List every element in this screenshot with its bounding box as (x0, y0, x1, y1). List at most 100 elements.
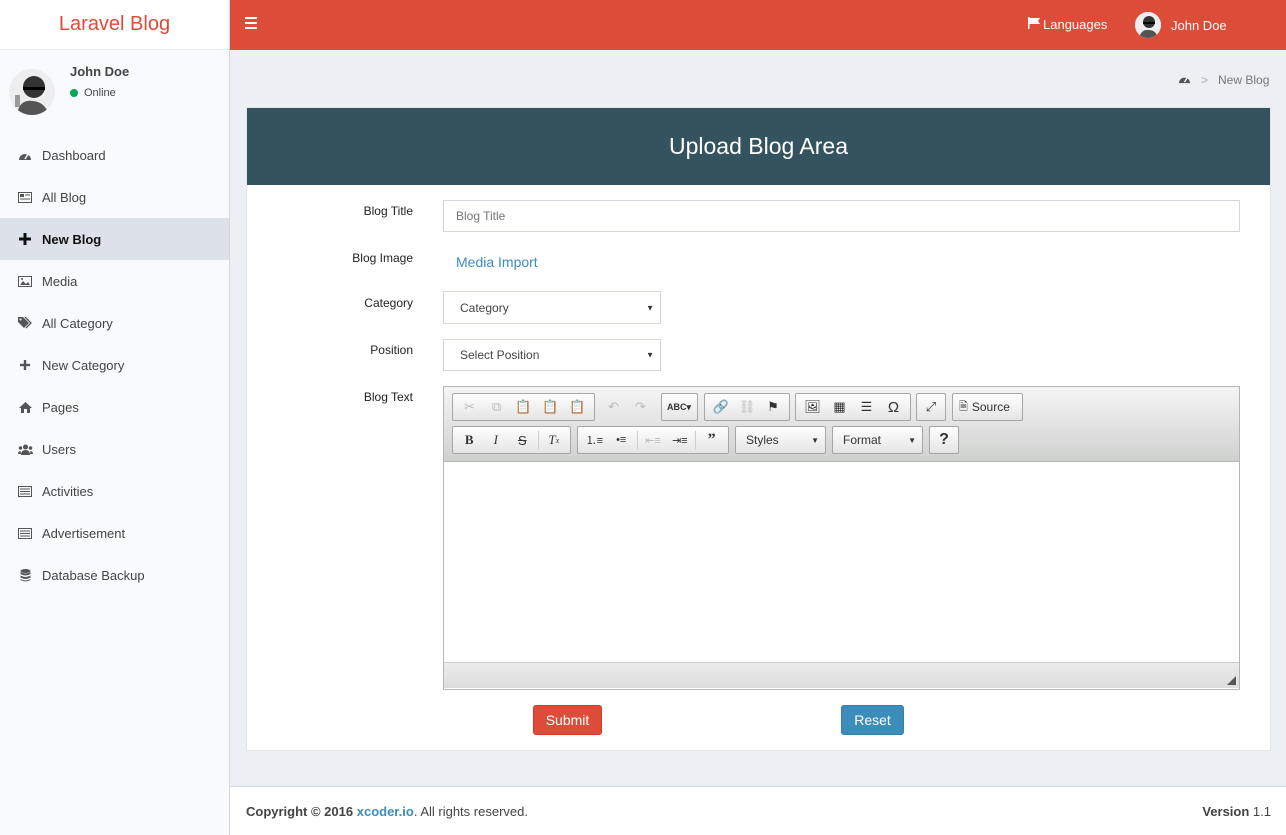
position-label: Position (370, 343, 413, 357)
source-button[interactable]: 🗎 Source (952, 393, 1023, 421)
copy-icon[interactable]: ⧉ (483, 396, 510, 418)
sidebar-menu: Dashboard All Blog New Blog Media All Ca… (0, 134, 229, 596)
newspaper-icon (17, 190, 33, 204)
breadcrumb-current: New Blog (1218, 73, 1270, 87)
numbered-list-icon[interactable]: ⒈≡ (581, 429, 608, 451)
sidebar-item-users[interactable]: Users (0, 428, 229, 470)
undo-icon[interactable]: ↶ (600, 396, 627, 418)
plus-icon (17, 358, 33, 372)
redo-icon[interactable]: ↷ (627, 396, 654, 418)
online-dot-icon (70, 89, 78, 97)
maximize-icon[interactable]: ⤢ (917, 396, 945, 418)
page-footer: Copyright © 2016 xcoder.io. All rights r… (230, 786, 1286, 835)
undo-group: ↶ ↷ (597, 393, 657, 421)
paste-icon[interactable]: 📋 (510, 396, 537, 418)
editor-footer (444, 662, 1239, 688)
paste-text-icon[interactable]: 📋 (537, 396, 564, 418)
sidebar-user-name: John Doe (70, 64, 130, 79)
upload-blog-box: Upload Blog Area Blog Title Blog Image M… (246, 107, 1271, 751)
blog-image-label: Blog Image (352, 251, 413, 265)
dashboard-icon (17, 148, 33, 162)
top-navbar: Languages John Doe (230, 0, 1286, 50)
spellcheck-group: ABC▾ (661, 393, 698, 421)
position-select[interactable]: Select Position ▼ (443, 339, 661, 371)
table-icon[interactable]: ▦ (826, 396, 853, 418)
sidebar-item-advertisement[interactable]: Advertisement (0, 512, 229, 554)
cut-icon[interactable]: ✂ (456, 396, 483, 418)
app-logo[interactable]: Laravel Blog (0, 0, 229, 50)
remove-format-icon[interactable]: Tx (541, 429, 568, 451)
version: Version 1.1 (1202, 804, 1271, 819)
sidebar-item-new-blog[interactable]: New Blog (0, 218, 229, 260)
insert-group: 🖼 ▦ ☰ Ω (795, 393, 911, 421)
bulleted-list-icon[interactable]: •≡ (608, 429, 635, 451)
spellcheck-icon[interactable]: ABC▾ (665, 396, 693, 418)
sidebar-item-activities[interactable]: Activities (0, 470, 229, 512)
header-user-name: John Doe (1171, 17, 1227, 33)
reset-button[interactable]: Reset (841, 705, 904, 735)
link-icon[interactable]: 🔗 (708, 396, 734, 418)
help-icon[interactable]: ? (930, 429, 958, 451)
editor-toolbar: ✂ ⧉ 📋 📋 📋 ↶ ↷ ABC▾ 🔗 ⛓ ⚑ 🖼 ▦ ☰ Ω ⤢ 🗎 Sou… (444, 387, 1239, 462)
list-icon (17, 526, 33, 540)
user-status-label: Online (84, 87, 116, 99)
styles-dropdown[interactable]: Styles ▼ (735, 426, 826, 454)
anchor-flag-icon[interactable]: ⚑ (760, 396, 786, 418)
sidebar-item-media[interactable]: Media (0, 260, 229, 302)
sidebar-item-dashboard[interactable]: Dashboard (0, 134, 229, 176)
breadcrumb: > New Blog (1178, 73, 1269, 87)
maximize-group: ⤢ (916, 393, 946, 421)
special-char-icon[interactable]: Ω (880, 396, 907, 418)
blockquote-icon[interactable]: ” (698, 429, 725, 451)
indent-icon[interactable]: ⇥≡ (666, 429, 693, 451)
media-import-link[interactable]: Media Import (456, 254, 538, 270)
home-icon (17, 400, 33, 414)
horizontal-line-icon[interactable]: ☰ (853, 396, 880, 418)
languages-menu[interactable]: Languages (1028, 17, 1107, 32)
sidebar-item-new-category[interactable]: New Category (0, 344, 229, 386)
blog-title-label: Blog Title (363, 204, 413, 218)
link-group: 🔗 ⛓ ⚑ (704, 393, 790, 421)
paste-word-icon[interactable]: 📋 (564, 396, 591, 418)
sidebar-item-database-backup[interactable]: Database Backup (0, 554, 229, 596)
submit-button[interactable]: Submit (533, 705, 602, 735)
plus-icon (17, 232, 33, 246)
user-panel (0, 50, 229, 120)
strike-icon[interactable]: S (509, 429, 536, 451)
user-menu[interactable]: John Doe (1135, 12, 1227, 38)
resize-handle-icon[interactable] (1227, 676, 1236, 685)
clipboard-group: ✂ ⧉ 📋 📋 📋 (452, 393, 595, 421)
image-icon[interactable]: 🖼 (799, 396, 826, 418)
header-avatar (1135, 12, 1161, 38)
tags-icon (17, 316, 33, 330)
rich-text-editor: ✂ ⧉ 📋 📋 📋 ↶ ↷ ABC▾ 🔗 ⛓ ⚑ 🖼 ▦ ☰ Ω ⤢ 🗎 Sou… (443, 386, 1240, 690)
sidebar-toggle-icon[interactable] (245, 17, 257, 29)
format-dropdown[interactable]: Format ▼ (832, 426, 923, 454)
user-status: Online (70, 87, 116, 99)
users-icon (17, 442, 33, 456)
blog-text-label: Blog Text (363, 390, 413, 404)
image-icon (17, 274, 33, 288)
xcoder-link[interactable]: xcoder.io (357, 804, 414, 819)
caret-down-icon: ▼ (646, 350, 654, 360)
bold-icon[interactable]: B (456, 429, 483, 451)
basicstyles-group: B I S Tx (452, 426, 571, 454)
help-group: ? (929, 426, 959, 454)
category-select[interactable]: Category ▼ (443, 291, 661, 324)
blog-title-input[interactable] (443, 200, 1240, 232)
outdent-icon[interactable]: ⇤≡ (640, 429, 667, 451)
italic-icon[interactable]: I (483, 429, 510, 451)
unlink-icon[interactable]: ⛓ (734, 396, 760, 418)
sidebar: Laravel Blog John Doe Online Dashboard A… (0, 0, 230, 835)
dashboard-icon[interactable] (1178, 73, 1191, 87)
list-icon (17, 484, 33, 498)
sidebar-item-all-category[interactable]: All Category (0, 302, 229, 344)
editor-content-area[interactable] (444, 462, 1239, 662)
box-title: Upload Blog Area (247, 108, 1270, 185)
caret-down-icon: ▼ (908, 435, 916, 445)
copyright: Copyright © 2016 xcoder.io. All rights r… (246, 804, 528, 819)
database-icon (17, 568, 33, 582)
paragraph-group: ⒈≡ •≡ ⇤≡ ⇥≡ ” (577, 426, 729, 454)
sidebar-item-pages[interactable]: Pages (0, 386, 229, 428)
sidebar-item-all-blog[interactable]: All Blog (0, 176, 229, 218)
